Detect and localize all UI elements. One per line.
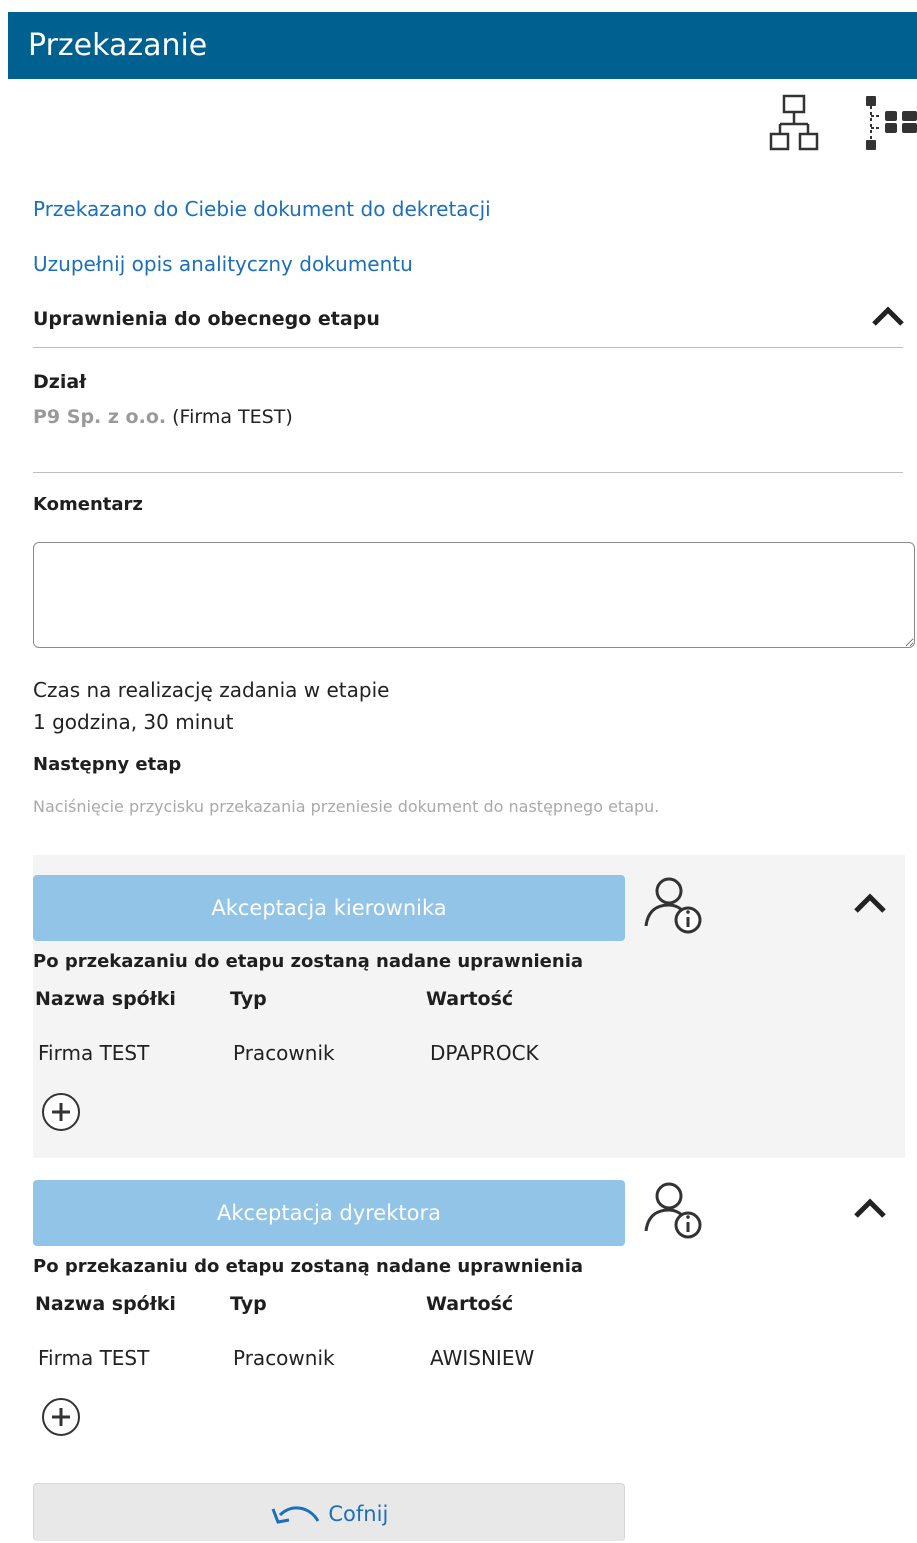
column-header-company: Nazwa spółki — [35, 1293, 176, 1315]
time-label: Czas na realizację zadania w etapie — [33, 678, 390, 702]
department-value: P9 Sp. z o.o. (Firma TEST) — [33, 406, 293, 428]
page-header: Przekazanie — [8, 12, 917, 79]
hierarchy-icon[interactable] — [768, 92, 822, 154]
collapse-permissions-chevron-up-icon[interactable] — [870, 304, 906, 328]
time-value: 1 godzina, 30 minut — [33, 710, 234, 734]
column-header-value: Wartość — [426, 988, 514, 1010]
department-label: Dział — [33, 371, 87, 393]
table-cell-value: AWISNIEW — [430, 1346, 535, 1370]
permissions-title: Uprawnienia do obecnego etapu — [33, 308, 380, 330]
comment-label: Komentarz — [33, 494, 143, 515]
column-header-type: Typ — [230, 988, 267, 1010]
collapse-stage-chevron-up-icon[interactable] — [852, 891, 888, 915]
add-permission-plus-icon[interactable] — [40, 1396, 80, 1436]
collapse-stage-chevron-up-icon[interactable] — [852, 1196, 888, 1220]
department-company: P9 Sp. z o.o. — [33, 406, 167, 428]
table-cell-type: Pracownik — [233, 1041, 335, 1065]
forwarded-document-link[interactable]: Przekazano do Ciebie dokument do dekreta… — [33, 197, 491, 221]
department-firm: (Firma TEST) — [172, 406, 293, 428]
table-cell-company: Firma TEST — [38, 1041, 150, 1065]
comment-textarea[interactable] — [33, 542, 915, 648]
add-permission-plus-icon[interactable] — [40, 1091, 80, 1131]
next-stage-label: Następny etap — [33, 754, 182, 775]
stage-permissions-title: Po przekazaniu do etapu zostaną nadane u… — [33, 951, 584, 972]
tree-list-icon[interactable] — [858, 92, 917, 154]
complete-description-link[interactable]: Uzupełnij opis analityczny dokumentu — [33, 252, 413, 276]
column-header-value: Wartość — [426, 1293, 514, 1315]
divider — [33, 472, 903, 473]
back-button[interactable]: Cofnij — [33, 1483, 625, 1541]
table-cell-company: Firma TEST — [38, 1346, 150, 1370]
table-cell-value: DPAPROCK — [430, 1041, 539, 1065]
table-cell-type: Pracownik — [233, 1346, 335, 1370]
user-info-icon[interactable] — [641, 873, 705, 937]
stage-button-manager-acceptance[interactable]: Akceptacja kierownika — [33, 875, 625, 941]
back-button-label: Cofnij — [328, 1502, 389, 1526]
divider — [33, 347, 903, 348]
next-stage-hint: Naciśnięcie przycisku przekazania przeni… — [33, 797, 660, 816]
page-title: Przekazanie — [28, 28, 208, 63]
stage-permissions-title: Po przekazaniu do etapu zostaną nadane u… — [33, 1256, 584, 1277]
column-header-type: Typ — [230, 1293, 267, 1315]
undo-arrow-icon — [271, 1506, 320, 1524]
column-header-company: Nazwa spółki — [35, 988, 176, 1010]
stage-button-director-acceptance[interactable]: Akceptacja dyrektora — [33, 1180, 625, 1246]
user-info-icon[interactable] — [641, 1178, 705, 1242]
